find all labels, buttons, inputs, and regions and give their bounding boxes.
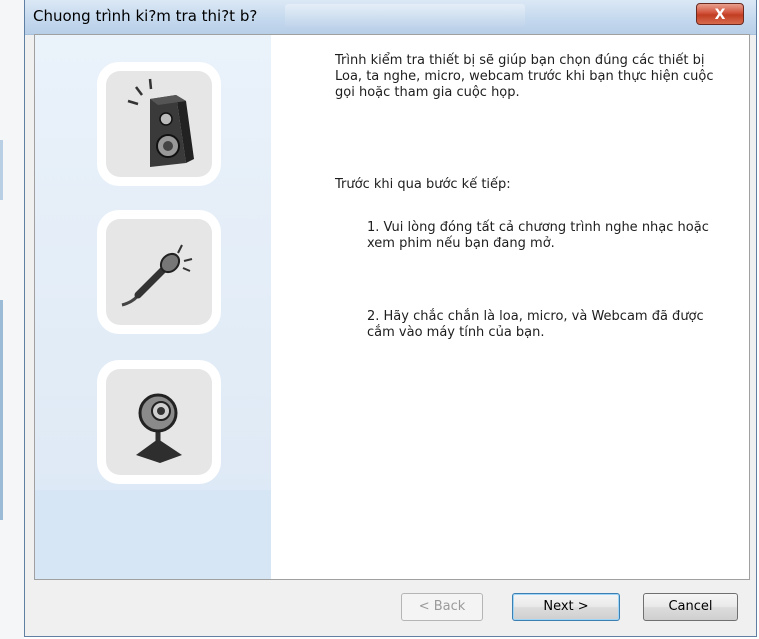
close-button[interactable]: X [696, 3, 744, 25]
webcam-tile [97, 360, 221, 484]
dialog-content-area: Trình kiểm tra thiết bị sẽ giúp bạn chọn… [34, 34, 750, 580]
desktop-streak [0, 300, 3, 520]
cancel-button[interactable]: Cancel [643, 593, 738, 621]
back-button[interactable]: < Back [401, 593, 483, 621]
device-check-dialog: Chuong trình ki?m tra thi?t b? X Trình k… [24, 0, 757, 637]
step-2-text: 2. Hãy chắc chắn là loa, micro, và Webca… [367, 309, 704, 340]
panel-bottom-band [35, 490, 271, 579]
device-icons-panel [35, 35, 271, 579]
speaker-icon [106, 71, 212, 177]
intro-text: Trình kiểm tra thiết bị sẽ giúp bạn chọn… [335, 53, 714, 100]
close-icon: X [714, 7, 726, 23]
title-bar[interactable]: Chuong trình ki?m tra thi?t b? X [25, 0, 756, 35]
step-1-text: 1. Vui lòng đóng tất cả chương trình ngh… [367, 220, 709, 251]
next-button[interactable]: Next > [512, 593, 620, 621]
titlebar-glass [285, 4, 525, 30]
speaker-tile [97, 62, 221, 186]
microphone-icon [106, 219, 212, 325]
microphone-tile [97, 210, 221, 334]
window-title: Chuong trình ki?m tra thi?t b? [33, 7, 258, 25]
before-next-heading: Trước khi qua bước kế tiếp: [335, 177, 511, 192]
desktop-streak [0, 140, 3, 200]
webcam-icon [106, 369, 212, 475]
desktop-background [0, 0, 24, 639]
